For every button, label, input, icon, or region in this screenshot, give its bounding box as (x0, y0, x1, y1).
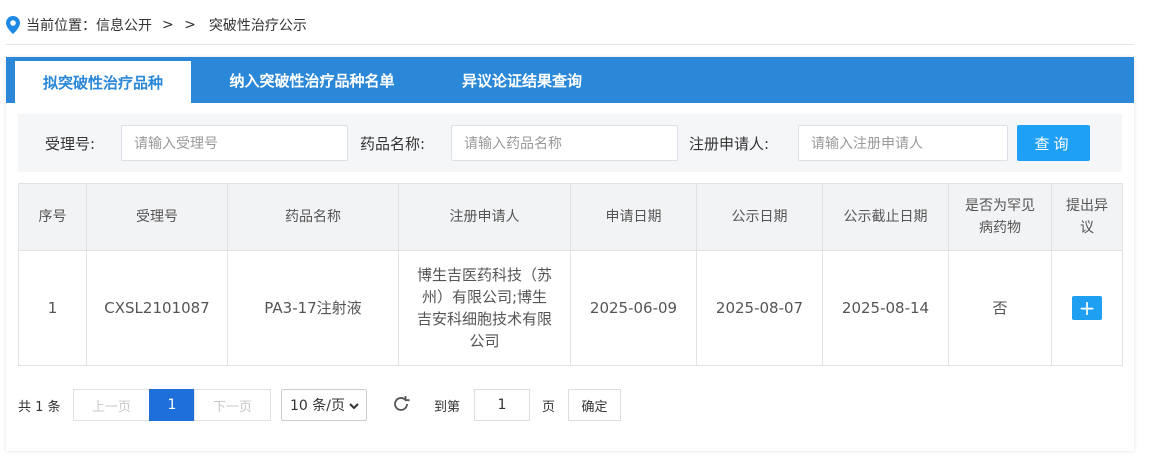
query-button[interactable]: 查询 (1017, 125, 1090, 161)
applicant-label: 注册申请人: (689, 134, 770, 153)
page-size-select[interactable]: 10 条/页 (281, 389, 367, 421)
breadcrumb: 当前位置：信息公开 > > 突破性治疗公示 (6, 14, 307, 36)
goto-page-input[interactable]: 1 (474, 389, 530, 421)
col-header-drug-name: 药品名称 (227, 183, 399, 251)
col-header-accept-no: 受理号 (86, 183, 228, 251)
add-objection-button[interactable]: + (1072, 295, 1102, 320)
accept-no-label: 受理号: (45, 134, 96, 153)
main-panel: 拟突破性治疗品种 纳入突破性治疗品种名单 异议论证结果查询 受理号: 请输入受理… (6, 57, 1134, 451)
cell-index: 1 (18, 250, 87, 366)
col-header-deadline: 公示截止日期 (822, 183, 949, 251)
location-pin-icon (6, 16, 20, 34)
refresh-icon[interactable] (390, 393, 412, 415)
col-header-apply-date: 申请日期 (570, 183, 697, 251)
col-header-rare-disease: 是否为罕见病药物 (948, 183, 1052, 251)
goto-label: 到第 (434, 399, 461, 415)
cell-publish-date: 2025-08-07 (696, 250, 823, 366)
next-page-button[interactable]: 下一页 (194, 389, 271, 421)
chevron-down-icon (348, 400, 360, 416)
col-header-applicant: 注册申请人 (398, 183, 571, 251)
col-header-index: 序号 (18, 183, 87, 251)
drug-name-input[interactable]: 请输入药品名称 (451, 125, 678, 161)
breadcrumb-current: 突破性治疗公示 (208, 18, 307, 34)
pagination: 共 1 条 上一页 1 下一页 10 条/页 到第 1 页 确定 (6, 387, 1134, 423)
page-suffix-label: 页 (542, 399, 556, 415)
tab-objection-results[interactable]: 异议论证结果查询 (442, 57, 602, 103)
tab-bar: 拟突破性治疗品种 纳入突破性治疗品种名单 异议论证结果查询 (6, 57, 1134, 103)
tab-included-list[interactable]: 纳入突破性治疗品种名单 (206, 57, 418, 103)
cell-drug-name: PA3-17注射液 (227, 250, 399, 366)
page-size-value: 10 条/页 (290, 398, 345, 414)
drug-name-label: 药品名称: (360, 134, 426, 153)
cell-deadline: 2025-08-14 (822, 250, 949, 366)
col-header-objection: 提出异议 (1051, 183, 1123, 251)
results-table: 序号 受理号 药品名称 注册申请人 申请日期 公示日期 公示截止日期 是否为罕见… (18, 183, 1123, 366)
applicant-input[interactable]: 请输入注册申请人 (798, 125, 1008, 161)
search-bar: 受理号: 请输入受理号 药品名称: 请输入药品名称 注册申请人: 请输入注册申请… (18, 114, 1122, 172)
cell-objection: + (1051, 250, 1123, 366)
prev-page-button[interactable]: 上一页 (73, 389, 150, 421)
table-header-row: 序号 受理号 药品名称 注册申请人 申请日期 公示日期 公示截止日期 是否为罕见… (18, 183, 1123, 251)
breadcrumb-separator: > > (162, 17, 199, 33)
table-row: 1 CXSL2101087 PA3-17注射液 博生吉医药科技（苏州）有限公司;… (18, 250, 1123, 366)
cell-apply-date: 2025-06-09 (570, 250, 697, 366)
breadcrumb-prefix[interactable]: 当前位置：信息公开 (26, 15, 152, 35)
cell-accept-no: CXSL2101087 (86, 250, 228, 366)
total-count: 共 1 条 (18, 399, 61, 415)
col-header-publish-date: 公示日期 (696, 183, 823, 251)
tab-proposed-breakthrough[interactable]: 拟突破性治疗品种 (15, 61, 191, 103)
page-number-current[interactable]: 1 (149, 389, 195, 421)
cell-rare-disease: 否 (948, 250, 1052, 366)
cell-applicant: 博生吉医药科技（苏州）有限公司;博生吉安科细胞技术有限公司 (398, 250, 571, 366)
breadcrumb-divider (6, 44, 1134, 45)
accept-no-input[interactable]: 请输入受理号 (121, 125, 348, 161)
goto-confirm-button[interactable]: 确定 (568, 389, 621, 421)
